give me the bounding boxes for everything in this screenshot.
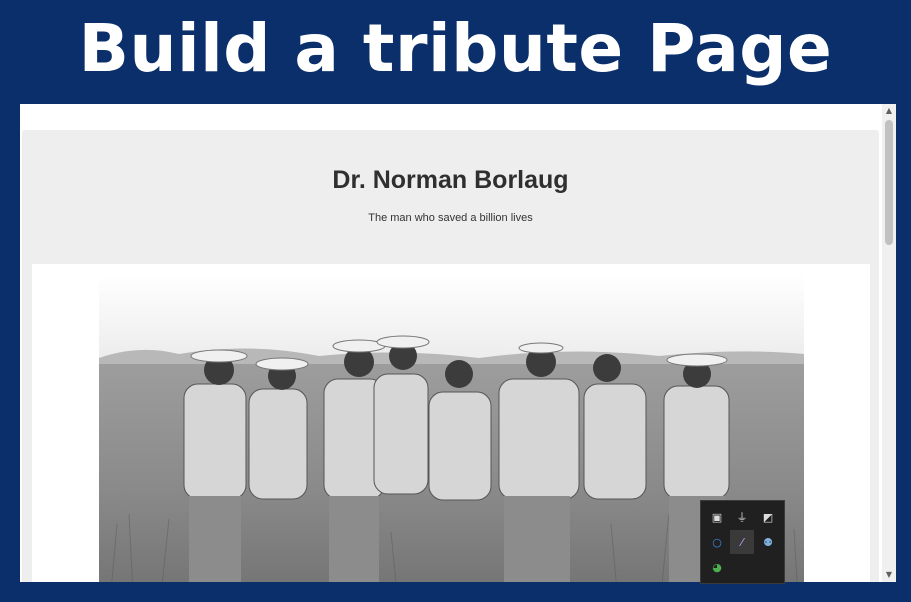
monitor-icon[interactable]: ▣ xyxy=(705,505,729,529)
globe-icon[interactable]: ◕ xyxy=(705,555,729,579)
usb-icon[interactable]: ⏚ xyxy=(730,505,754,529)
feather-icon[interactable]: ⁄ xyxy=(730,530,754,554)
page-title: Dr. Norman Borlaug xyxy=(332,166,569,194)
circle-icon[interactable]: ○ xyxy=(705,530,729,554)
scroll-down-arrow[interactable]: ▼ xyxy=(885,571,893,579)
system-tray-flyout: ▣ ⏚ ◩ ○ ⁄ ⚉ ◕ xyxy=(700,500,785,584)
page-subtitle: The man who saved a billion lives xyxy=(368,212,533,224)
scrollbar-thumb[interactable] xyxy=(885,120,893,245)
tribute-photo xyxy=(99,274,804,582)
scroll-up-arrow[interactable]: ▲ xyxy=(885,107,893,115)
page-scrollbar[interactable]: ▲ ▼ xyxy=(882,104,896,582)
shield-icon[interactable]: ◩ xyxy=(756,505,780,529)
people-icon[interactable]: ⚉ xyxy=(756,530,780,554)
banner-title: Build a tribute Page xyxy=(78,9,833,87)
